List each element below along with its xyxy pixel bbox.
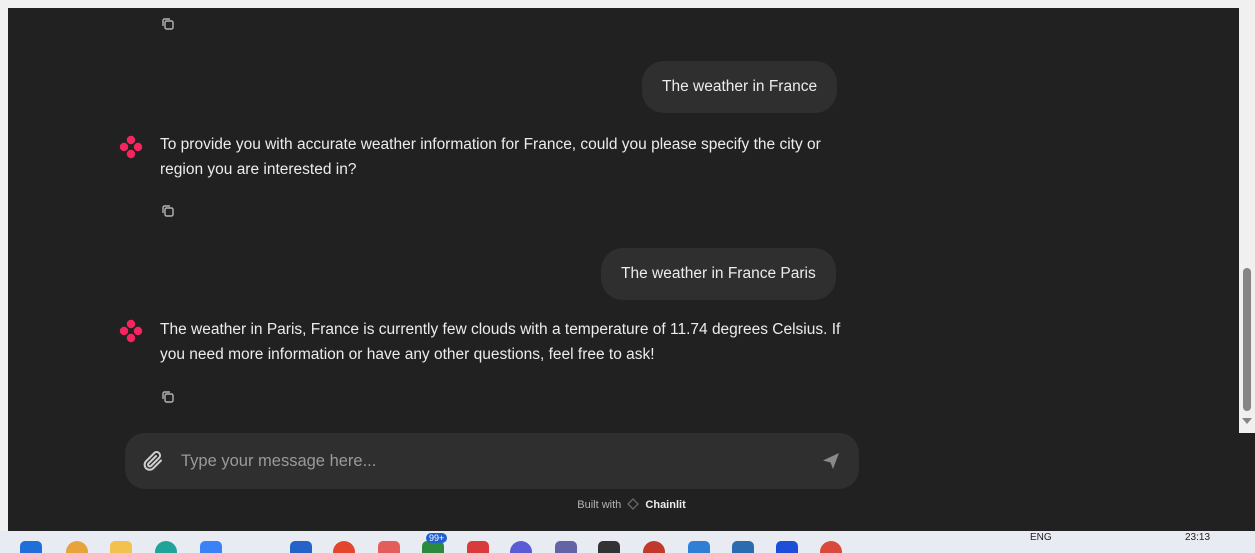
notification-badge: 99+ bbox=[426, 533, 448, 543]
scrollbar-thumb[interactable] bbox=[1243, 268, 1251, 411]
message-composer bbox=[125, 433, 859, 489]
file-explorer-icon[interactable] bbox=[110, 541, 132, 553]
app-icon[interactable] bbox=[820, 541, 842, 553]
user-message-bubble: The weather in France Paris bbox=[601, 248, 836, 300]
footer-built-with: Built with bbox=[577, 499, 622, 511]
footer: Built with Chainlit bbox=[8, 498, 1255, 511]
message-input[interactable] bbox=[181, 433, 781, 489]
footer-brand[interactable]: Chainlit bbox=[645, 499, 685, 511]
copy-icon[interactable] bbox=[160, 16, 178, 34]
assistant-message: The weather in Paris, France is currentl… bbox=[160, 321, 841, 363]
copy-icon[interactable] bbox=[160, 389, 178, 407]
teams-icon[interactable] bbox=[555, 541, 577, 553]
taskbar: 99+ ENG 23:13 bbox=[0, 531, 1255, 553]
chrome-icon[interactable] bbox=[333, 541, 355, 553]
start-icon[interactable] bbox=[20, 541, 42, 553]
send-icon[interactable] bbox=[821, 451, 841, 471]
chat-window: The weather in France To provide you wit… bbox=[8, 8, 1255, 531]
app-icon[interactable] bbox=[467, 541, 489, 553]
app-icon[interactable] bbox=[200, 541, 222, 553]
app-icon[interactable] bbox=[732, 541, 754, 553]
chainlit-logo-icon bbox=[627, 498, 640, 510]
assistant-avatar-icon bbox=[118, 318, 144, 344]
vscode-icon[interactable] bbox=[688, 541, 710, 553]
assistant-message: To provide you with accurate weather inf… bbox=[160, 136, 821, 178]
clock-time[interactable]: 23:13 bbox=[1185, 532, 1210, 543]
user-message-bubble: The weather in France bbox=[642, 61, 838, 113]
search-icon[interactable] bbox=[66, 541, 88, 553]
assistant-avatar-icon bbox=[118, 134, 144, 160]
edge-icon[interactable] bbox=[155, 541, 177, 553]
app-icon[interactable] bbox=[378, 541, 400, 553]
copy-icon[interactable] bbox=[160, 203, 178, 221]
terminal-icon[interactable] bbox=[598, 541, 620, 553]
app-icon[interactable] bbox=[776, 541, 798, 553]
attach-file-icon[interactable] bbox=[141, 449, 165, 473]
scroll-down-arrow-icon[interactable] bbox=[1242, 418, 1252, 424]
scrollbar[interactable] bbox=[1239, 8, 1255, 433]
store-icon[interactable] bbox=[290, 541, 312, 553]
language-indicator[interactable]: ENG bbox=[1030, 532, 1052, 543]
app-icon[interactable] bbox=[643, 541, 665, 553]
app-icon[interactable] bbox=[510, 541, 532, 553]
